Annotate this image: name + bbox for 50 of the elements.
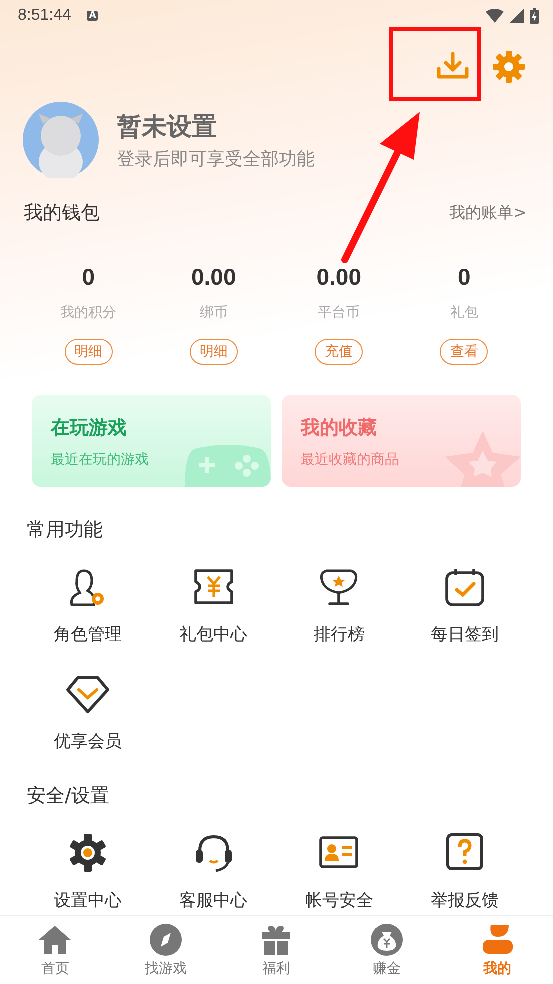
stat-label: 绑币 — [200, 304, 228, 322]
star-icon — [445, 431, 521, 487]
feature-item[interactable]: 设置中心 — [25, 831, 151, 912]
feature-item[interactable]: 客服中心 — [150, 831, 276, 912]
feature-item[interactable]: 优享会员 — [25, 672, 151, 753]
nav-tab[interactable]: 我的 — [442, 916, 553, 984]
money-bag-icon — [370, 922, 404, 956]
compass-icon — [148, 922, 183, 956]
stat-action-button[interactable]: 明细 — [190, 339, 238, 365]
nav-tab[interactable]: 福利 — [221, 916, 332, 984]
stat-label: 我的积分 — [60, 304, 117, 322]
card-title: 我的收藏 — [301, 416, 378, 441]
stat-action-button[interactable]: 查看 — [440, 339, 488, 365]
stat-action-button[interactable]: 明细 — [64, 339, 113, 365]
profile-name: 暂未设置 — [117, 110, 218, 142]
status-time: 8:51:44 — [18, 7, 72, 25]
card-subtitle: 最近收藏的商品 — [301, 451, 400, 469]
card-subtitle: 最近在玩的游戏 — [51, 451, 150, 469]
stat-label: 平台币 — [318, 304, 360, 322]
card-title: 在玩游戏 — [51, 416, 128, 441]
feature-item[interactable]: 每日签到 — [402, 565, 528, 646]
battery-icon — [530, 8, 539, 24]
signal-icon — [510, 9, 524, 23]
section-title: 安全/设置 — [26, 784, 110, 809]
stat-label: 礼包 — [450, 304, 478, 322]
shortcut-card[interactable]: 在玩游戏 最近在玩的游戏 — [32, 395, 271, 487]
section-title: 常用功能 — [26, 518, 104, 543]
person-icon — [480, 922, 515, 956]
feature-item[interactable]: 礼包中心 — [150, 565, 276, 646]
wallet-title: 我的钱包 — [24, 201, 100, 226]
profile-subtitle: 登录后即可享受全部功能 — [117, 148, 315, 170]
notification-icon: A — [87, 11, 98, 21]
wifi-icon — [486, 9, 504, 23]
feature-item[interactable]: 排行榜 — [276, 565, 402, 646]
feature-item[interactable]: 举报反馈 — [402, 831, 528, 912]
stat-value: 0 — [458, 264, 471, 291]
stat-action-button[interactable]: 充值 — [315, 339, 364, 365]
shortcut-card[interactable]: 我的收藏 最近收藏的商品 — [282, 395, 521, 487]
stat-value: 0.00 — [316, 264, 362, 291]
settings-icon[interactable] — [492, 50, 526, 84]
nav-tab[interactable]: 首页 — [0, 916, 111, 984]
nav-tab[interactable]: 找游戏 — [110, 916, 222, 984]
bill-link[interactable]: 我的账单> — [450, 202, 527, 224]
nav-tab[interactable]: 赚金 — [332, 916, 442, 984]
download-icon[interactable] — [436, 52, 470, 82]
feature-item[interactable]: 帐号安全 — [276, 831, 402, 912]
stat-value: 0.00 — [191, 264, 236, 291]
avatar[interactable] — [23, 102, 99, 178]
feature-item[interactable]: 角色管理 — [25, 565, 151, 646]
stat-value: 0 — [82, 264, 96, 291]
